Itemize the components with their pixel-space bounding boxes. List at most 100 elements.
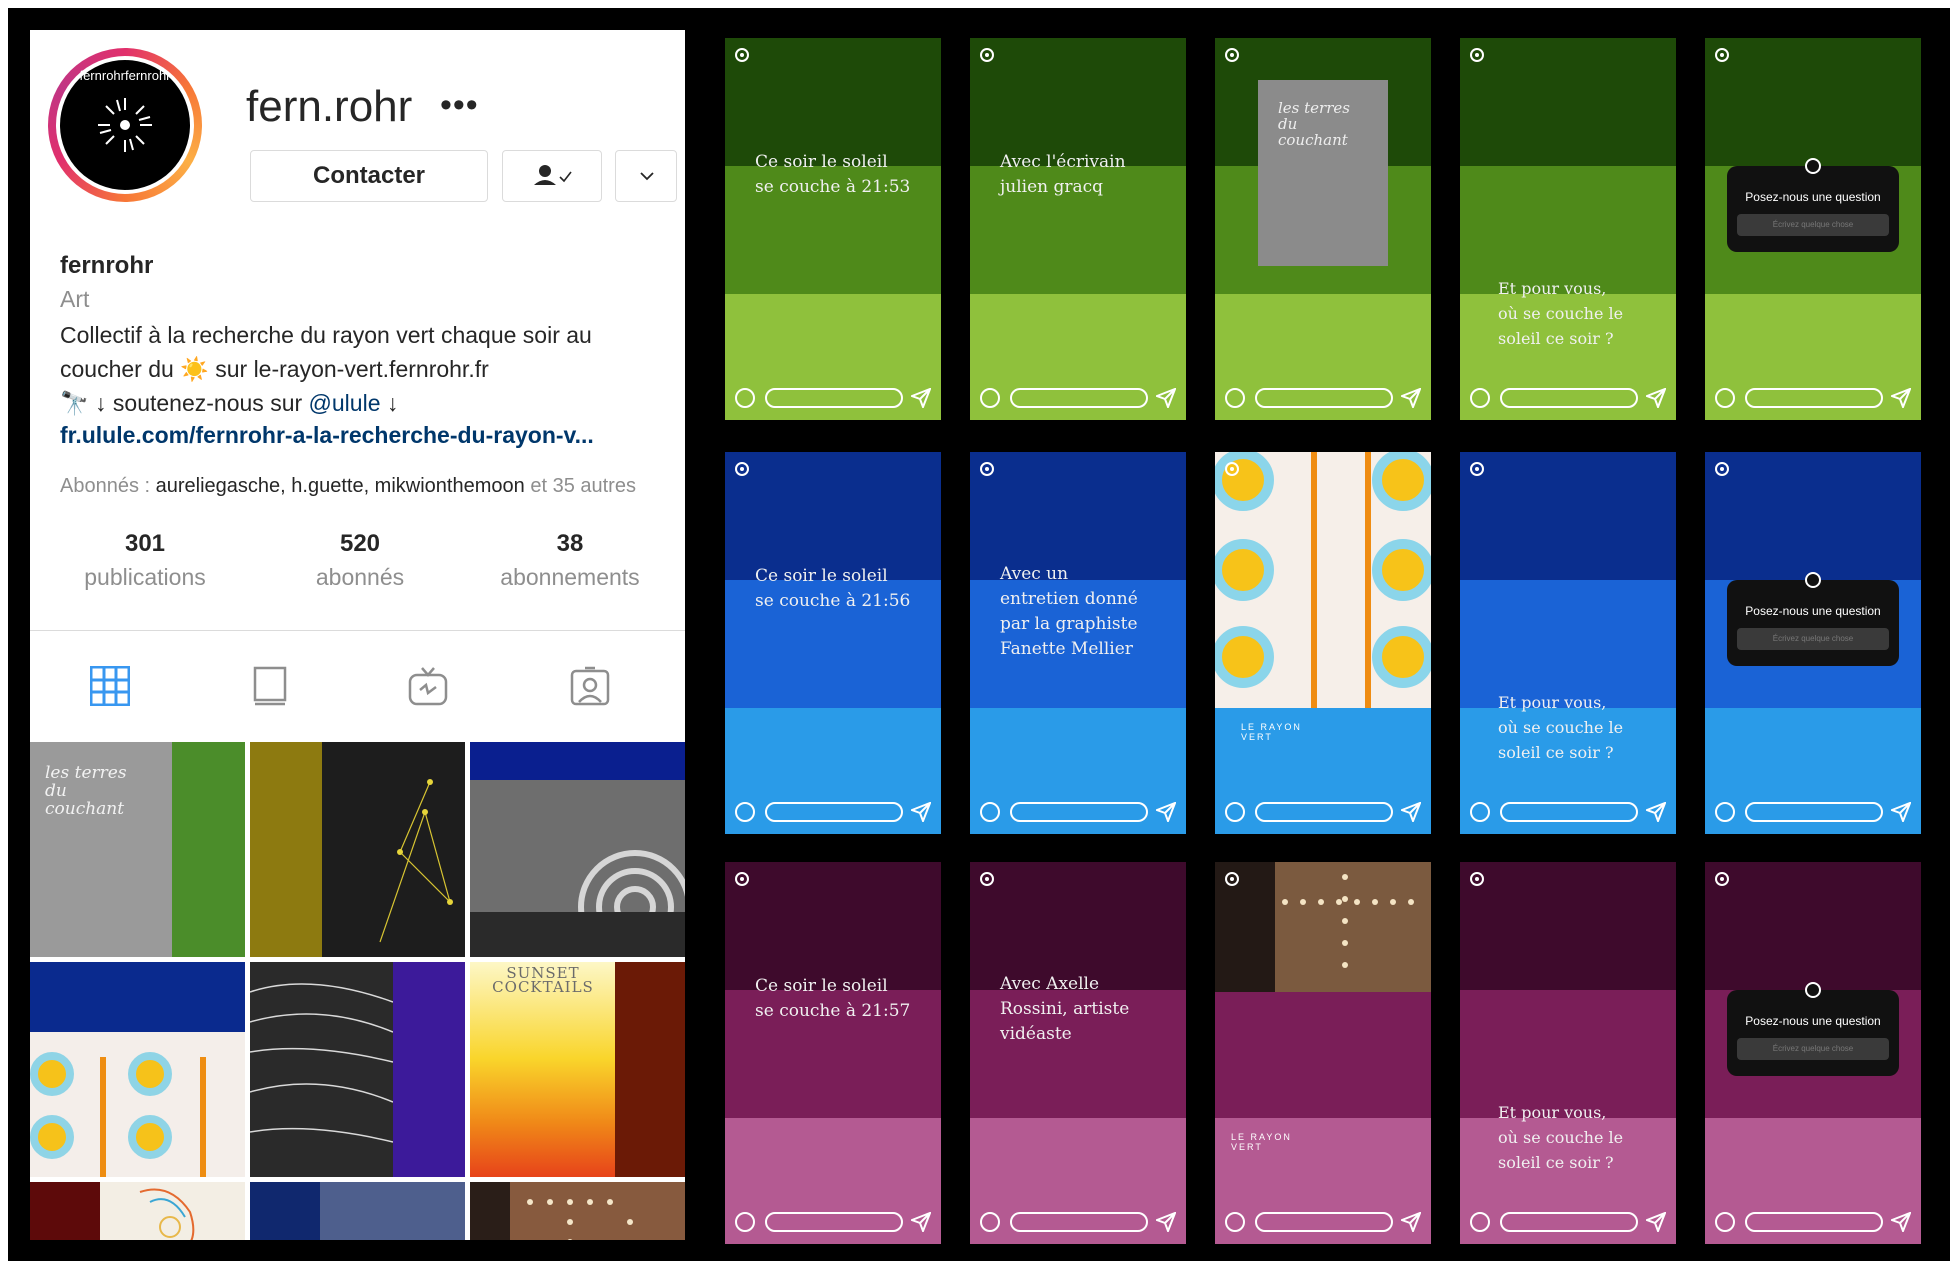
camera-circle-icon[interactable] [980, 802, 1000, 822]
story-card[interactable]: Posez-nous une question Écrivez quelque c… [1705, 38, 1921, 420]
send-icon[interactable] [1401, 802, 1421, 822]
send-icon[interactable] [1891, 802, 1911, 822]
camera-circle-icon[interactable] [1225, 1212, 1245, 1232]
stat-label: abonnements [500, 564, 640, 590]
story-card[interactable]: LE RAYON VERT [1215, 452, 1431, 834]
send-icon[interactable] [1646, 388, 1666, 408]
story-band-dark [1705, 38, 1921, 166]
message-input[interactable] [1010, 1212, 1148, 1232]
post-thumbnail[interactable] [30, 962, 245, 1177]
avatar-story-ring[interactable]: fernrohrfernrohr [48, 48, 202, 202]
camera-circle-icon[interactable] [1225, 388, 1245, 408]
question-sticker[interactable]: Posez-nous une question Écrivez quelque c… [1727, 982, 1899, 1076]
stat-followers[interactable]: 520 abonnés [255, 530, 465, 591]
story-card[interactable]: Et pour vous, où se couche le soleil ce … [1460, 862, 1676, 1244]
camera-circle-icon[interactable] [1470, 1212, 1490, 1232]
send-icon[interactable] [1401, 1212, 1421, 1232]
story-gear-icon [1470, 462, 1484, 476]
message-input[interactable] [1500, 388, 1638, 408]
divider [30, 630, 685, 631]
camera-circle-icon[interactable] [1715, 1212, 1735, 1232]
igtv-tab-icon[interactable] [408, 666, 448, 706]
bio-text: coucher du [60, 356, 174, 382]
story-gear-icon [980, 872, 994, 886]
message-input[interactable] [1500, 802, 1638, 822]
more-options-icon[interactable]: ••• [440, 86, 479, 125]
camera-circle-icon[interactable] [735, 388, 755, 408]
followers-names[interactable]: aureliegasche, h.guette, mikwionthemoon [156, 475, 525, 497]
question-sticker-input[interactable]: Écrivez quelque chose [1737, 1038, 1889, 1060]
post-thumbnail[interactable] [250, 962, 465, 1177]
story-card[interactable]: Posez-nous une question Écrivez quelque c… [1705, 862, 1921, 1244]
story-card[interactable]: Posez-nous une question Écrivez quelque c… [1705, 452, 1921, 834]
send-icon[interactable] [1891, 388, 1911, 408]
camera-circle-icon[interactable] [1715, 802, 1735, 822]
following-button[interactable] [502, 150, 602, 202]
camera-circle-icon[interactable] [980, 388, 1000, 408]
stat-publications[interactable]: 301 publications [40, 530, 250, 591]
camera-circle-icon[interactable] [1715, 388, 1735, 408]
followed-by-text[interactable]: Abonnés : aureliegasche, h.guette, mikwi… [60, 474, 670, 498]
post-thumbnail[interactable] [470, 1182, 685, 1240]
send-icon[interactable] [911, 388, 931, 408]
post-thumbnail[interactable] [250, 1182, 465, 1240]
camera-circle-icon[interactable] [1470, 802, 1490, 822]
post-thumbnail[interactable]: les terres du couchant [30, 742, 245, 957]
send-icon[interactable] [1156, 388, 1176, 408]
message-input[interactable] [1745, 1212, 1883, 1232]
stat-following[interactable]: 38 abonnements [465, 530, 675, 591]
avatar[interactable]: fernrohrfernrohr [56, 56, 194, 194]
bio-url-link[interactable]: fr.ulule.com/fernrohr-a-la-recherche-du-… [60, 422, 670, 449]
question-sticker[interactable]: Posez-nous une question Écrivez quelque c… [1727, 572, 1899, 666]
post-thumbnail[interactable]: SUNSET COCKTAILS [470, 962, 685, 1177]
camera-circle-icon[interactable] [735, 802, 755, 822]
send-icon[interactable] [1156, 1212, 1176, 1232]
story-card[interactable]: LE RAYON VERT [1215, 862, 1431, 1244]
send-icon[interactable] [911, 1212, 931, 1232]
camera-circle-icon[interactable] [1470, 388, 1490, 408]
story-card[interactable]: Ce soir le soleil se couche à 21:56 [725, 452, 941, 834]
ulule-mention-link[interactable]: @ulule [309, 390, 381, 416]
message-input[interactable] [1500, 1212, 1638, 1232]
camera-circle-icon[interactable] [735, 1212, 755, 1232]
story-card[interactable]: Et pour vous, où se couche le soleil ce … [1460, 452, 1676, 834]
question-sticker-input[interactable]: Écrivez quelque chose [1737, 214, 1889, 236]
post-thumbnail[interactable] [470, 742, 685, 957]
message-input[interactable] [765, 388, 903, 408]
question-sticker[interactable]: Posez-nous une question Écrivez quelque c… [1727, 158, 1899, 252]
message-input[interactable] [1255, 388, 1393, 408]
send-icon[interactable] [1646, 1212, 1666, 1232]
story-card[interactable]: Avec un entretien donné par la graphiste… [970, 452, 1186, 834]
message-input[interactable] [1745, 388, 1883, 408]
camera-circle-icon[interactable] [980, 1212, 1000, 1232]
send-icon[interactable] [1646, 802, 1666, 822]
message-input[interactable] [1010, 388, 1148, 408]
contact-button[interactable]: Contacter [250, 150, 488, 202]
story-band-dark [970, 452, 1186, 580]
story-card[interactable]: Et pour vous, où se couche le soleil ce … [1460, 38, 1676, 420]
story-card[interactable]: Ce soir le soleil se couche à 21:53 [725, 38, 941, 420]
message-input[interactable] [1745, 802, 1883, 822]
send-icon[interactable] [1156, 802, 1176, 822]
message-input[interactable] [765, 802, 903, 822]
send-icon[interactable] [1401, 388, 1421, 408]
story-card[interactable]: Avec l'écrivain julien gracq [970, 38, 1186, 420]
story-card[interactable]: Ce soir le soleil se couche à 21:57 [725, 862, 941, 1244]
message-input[interactable] [1255, 1212, 1393, 1232]
camera-circle-icon[interactable] [1225, 802, 1245, 822]
post-thumbnail[interactable] [250, 742, 465, 957]
message-input[interactable] [1255, 802, 1393, 822]
story-card[interactable]: Avec Axelle Rossini, artiste vidéaste [970, 862, 1186, 1244]
story-band-dark [725, 862, 941, 990]
grid-tab-icon[interactable] [90, 666, 130, 706]
send-icon[interactable] [911, 802, 931, 822]
feed-tab-icon[interactable] [250, 666, 290, 706]
tagged-tab-icon[interactable] [570, 666, 610, 706]
post-thumbnail[interactable] [30, 1182, 245, 1240]
question-sticker-input[interactable]: Écrivez quelque chose [1737, 628, 1889, 650]
message-input[interactable] [1010, 802, 1148, 822]
send-icon[interactable] [1891, 1212, 1911, 1232]
story-card[interactable]: les terres du couchant [1215, 38, 1431, 420]
message-input[interactable] [765, 1212, 903, 1232]
suggestions-dropdown-button[interactable] [615, 150, 677, 202]
